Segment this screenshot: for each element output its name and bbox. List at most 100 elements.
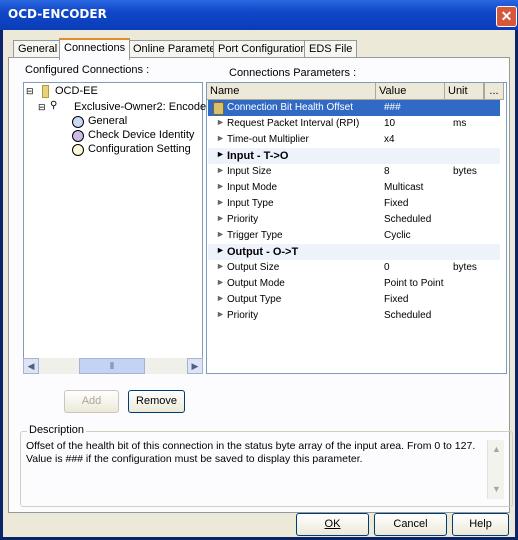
param-name: Priority	[227, 310, 259, 321]
description-legend: Description	[27, 424, 87, 436]
check-identity-circle-icon	[72, 130, 84, 142]
connections-tree[interactable]: ⊟ OCD-EE ⊟ ⚲ Exclusive-Owner2: Encoder G…	[23, 82, 210, 374]
param-unit: ms	[453, 118, 467, 129]
param-name: Input Type	[227, 198, 274, 209]
param-value: Cyclic	[384, 230, 411, 241]
param-row[interactable]: ► Trigger Type Cyclic	[208, 228, 500, 244]
tab-label: Online Parameters	[133, 43, 225, 55]
lock-icon	[213, 102, 224, 115]
ok-label: OK	[324, 518, 341, 530]
tree-root[interactable]: OCD-EE	[55, 85, 98, 97]
arrow-icon: ►	[216, 229, 225, 239]
scroll-left-icon[interactable]: ◀	[23, 358, 39, 374]
cancel-label: Cancel	[393, 518, 428, 530]
window: OCD-ENCODER ✕ General Connections Online…	[0, 0, 518, 540]
param-value: Fixed	[384, 198, 409, 209]
param-unit: bytes	[453, 166, 477, 177]
arrow-icon: ►	[216, 117, 225, 127]
param-name: Connection Bit Health Offset	[227, 102, 353, 113]
more-button[interactable]: ...	[484, 83, 504, 100]
arrow-icon: ►	[216, 293, 225, 303]
scroll-up-icon[interactable]: ▲	[492, 444, 501, 454]
param-value: Fixed	[384, 294, 409, 305]
param-name: Time-out Multiplier	[227, 134, 309, 145]
scroll-thumb[interactable]: ⦀	[79, 358, 145, 374]
param-row[interactable]: ► Output Size 0 bytes	[208, 260, 500, 276]
arrow-icon: ►	[216, 165, 225, 175]
description-scrollbar[interactable]: ▲ ▼	[487, 440, 504, 499]
dialog-client: General Connections Online Parameters Po…	[3, 30, 515, 537]
group-arrow-icon: ►	[216, 149, 225, 159]
connections-parameters-label: Connections Parameters :	[229, 67, 357, 79]
arrow-icon: ►	[216, 133, 225, 143]
group-label: Input - T->O	[227, 150, 289, 162]
help-label: Help	[469, 518, 492, 530]
tab-label: General	[18, 43, 58, 55]
param-name: Output Size	[227, 262, 280, 273]
tree-item-check-device-identity[interactable]: Check Device Identity	[88, 129, 194, 141]
group-label: Output - O->T	[227, 246, 299, 258]
param-value: ###	[384, 102, 401, 113]
param-name: Priority	[227, 214, 259, 225]
close-icon: ✕	[500, 8, 513, 24]
tree-item-configuration-setting[interactable]: Configuration Setting	[88, 143, 191, 155]
column-header-value[interactable]: Value	[376, 83, 445, 100]
tree-connection[interactable]: Exclusive-Owner2: Encoder	[74, 101, 210, 113]
column-header-name[interactable]: Name	[207, 83, 376, 100]
tab-port-configuration[interactable]: Port Configuration	[213, 40, 312, 58]
param-row[interactable]: ► Input Type Fixed	[208, 196, 500, 212]
tab-eds-file[interactable]: EDS File	[304, 40, 358, 58]
param-unit: bytes	[453, 262, 477, 273]
add-button[interactable]: Add	[64, 390, 119, 413]
scroll-right-icon[interactable]: ▶	[187, 358, 203, 374]
tab-connections[interactable]: Connections	[59, 38, 131, 60]
tab-general[interactable]: General	[13, 40, 63, 58]
param-value: 8	[384, 166, 390, 177]
tree-item-general[interactable]: General	[88, 115, 127, 127]
arrow-icon: ►	[216, 309, 225, 319]
configured-connections-label: Configured Connections :	[25, 64, 150, 76]
param-value: Scheduled	[384, 310, 432, 321]
collapse-icon[interactable]: ⊟	[38, 102, 46, 113]
remove-button[interactable]: Remove	[128, 390, 185, 413]
general-circle-icon	[72, 116, 84, 128]
arrow-icon: ►	[216, 197, 225, 207]
param-row[interactable]: ► Output Mode Point to Point	[208, 276, 500, 292]
column-header-unit[interactable]: Unit	[445, 83, 484, 100]
param-name: Input Size	[227, 166, 272, 177]
parameters-grid[interactable]: Name Value Unit ... Connection Bit Healt…	[206, 82, 507, 374]
tab-label: Port Configuration	[218, 43, 307, 55]
group-row[interactable]: ► Input - T->O	[208, 148, 500, 164]
help-button[interactable]: Help	[452, 513, 509, 536]
arrow-icon: ►	[216, 277, 225, 287]
param-row[interactable]: ► Input Mode Multicast	[208, 180, 500, 196]
tab-label: Connections	[64, 42, 126, 54]
param-value: 0	[384, 262, 390, 273]
cancel-button[interactable]: Cancel	[374, 513, 447, 536]
param-row[interactable]: ► Output Type Fixed	[208, 292, 500, 308]
param-row[interactable]: ► Request Packet Interval (RPI) 10 ms	[208, 116, 500, 132]
param-row[interactable]: ► Time-out Multiplier x4	[208, 132, 500, 148]
param-name: Output Type	[227, 294, 282, 305]
close-button[interactable]: ✕	[496, 6, 517, 27]
tab-label: EDS File	[309, 43, 353, 55]
ok-button[interactable]: OK	[296, 513, 369, 536]
param-value: Multicast	[384, 182, 424, 193]
param-name: Input Mode	[227, 182, 278, 193]
scroll-down-icon[interactable]: ▼	[492, 484, 501, 494]
param-value: Point to Point	[384, 278, 444, 289]
param-row[interactable]: ► Input Size 8 bytes	[208, 164, 500, 180]
collapse-icon[interactable]: ⊟	[26, 86, 34, 97]
arrow-icon: ►	[216, 181, 225, 191]
param-row[interactable]: ► Priority Scheduled	[208, 212, 500, 228]
param-name: Request Packet Interval (RPI)	[227, 118, 360, 129]
tree-horizontal-scrollbar[interactable]: ◀ ⦀ ▶	[23, 358, 203, 374]
window-title: OCD-ENCODER	[8, 7, 107, 21]
group-arrow-icon: ►	[216, 245, 225, 255]
group-row[interactable]: ► Output - O->T	[208, 244, 500, 260]
param-row[interactable]: ► Priority Scheduled	[208, 308, 500, 324]
param-value: x4	[384, 134, 395, 145]
param-row[interactable]: Connection Bit Health Offset ###	[208, 100, 500, 116]
configuration-circle-icon	[72, 144, 84, 156]
param-name: Output Mode	[227, 278, 285, 289]
